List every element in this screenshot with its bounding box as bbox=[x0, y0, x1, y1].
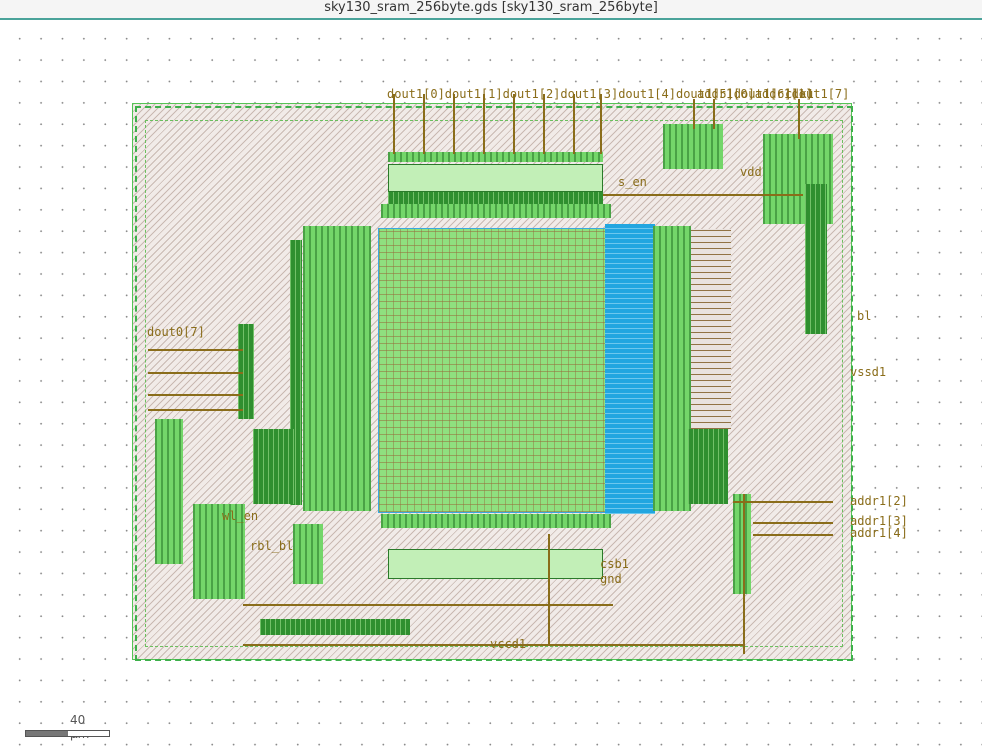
control-logic-right bbox=[688, 429, 728, 504]
wl-en-label: wl_en bbox=[222, 509, 259, 523]
port-address-left bbox=[303, 226, 371, 511]
bl-pin-label: bl bbox=[857, 309, 872, 323]
bitcell-array[interactable] bbox=[378, 228, 608, 513]
route-wire bbox=[573, 94, 575, 154]
route-wire bbox=[600, 94, 602, 154]
route-wire bbox=[753, 522, 833, 524]
vccd-pin-label: vccd1 bbox=[490, 637, 527, 651]
scale-bar bbox=[25, 730, 110, 737]
addr-routing-right bbox=[691, 229, 731, 429]
wl-en-logic bbox=[293, 524, 323, 584]
route-wire bbox=[743, 494, 745, 654]
sense-amp-row bbox=[381, 204, 611, 218]
gnd-label: gnd bbox=[600, 572, 622, 586]
row-decoder-right bbox=[653, 226, 691, 511]
vdd-label: vdd bbox=[740, 165, 762, 179]
route-wire bbox=[393, 94, 395, 154]
addr4-pin-label: addr1[4] bbox=[850, 526, 908, 540]
chip-layout[interactable] bbox=[132, 94, 853, 661]
addr-dff-top bbox=[663, 124, 723, 169]
dout-bus-bottom bbox=[260, 619, 410, 635]
addr-dff-bottom bbox=[733, 494, 751, 594]
din-cells-bottom bbox=[388, 549, 603, 579]
dout-left-label: dout0[7] bbox=[147, 325, 205, 339]
csb-label: csb1 bbox=[600, 557, 629, 571]
dout-bus-top bbox=[388, 152, 603, 162]
buffer-left bbox=[253, 429, 295, 504]
rbl-label: rbl_bl bbox=[250, 539, 294, 553]
s-en-label: s_en bbox=[618, 175, 647, 189]
route-wire bbox=[453, 94, 455, 154]
addr2-pin-label: addr1[2] bbox=[850, 494, 908, 508]
route-wire bbox=[148, 409, 243, 411]
vssd-pin-label: vssd1 bbox=[850, 365, 887, 379]
replica-column bbox=[605, 224, 655, 514]
route-wire bbox=[513, 94, 515, 154]
route-wire bbox=[713, 99, 715, 129]
route-wire bbox=[423, 94, 425, 154]
route-wire bbox=[603, 194, 803, 196]
route-wire bbox=[148, 349, 243, 351]
route-wire bbox=[548, 534, 550, 644]
write-driver-row bbox=[388, 192, 603, 204]
dout-cells-top bbox=[388, 164, 603, 192]
route-wire bbox=[693, 99, 695, 129]
route-wire bbox=[753, 534, 833, 536]
route-wire bbox=[733, 501, 833, 503]
route-wire bbox=[243, 604, 613, 606]
route-wire bbox=[148, 372, 243, 374]
route-wire bbox=[543, 94, 545, 154]
clk-pin-label: clk1 bbox=[785, 87, 814, 101]
column-mux-bottom bbox=[381, 514, 611, 528]
control-logic-left bbox=[155, 419, 183, 564]
route-wire bbox=[148, 394, 243, 396]
bl-driver-right bbox=[805, 184, 827, 334]
route-wire bbox=[798, 99, 800, 139]
window-title: sky130_sram_256byte.gds [sky130_sram_256… bbox=[0, 0, 982, 20]
route-wire bbox=[483, 94, 485, 154]
